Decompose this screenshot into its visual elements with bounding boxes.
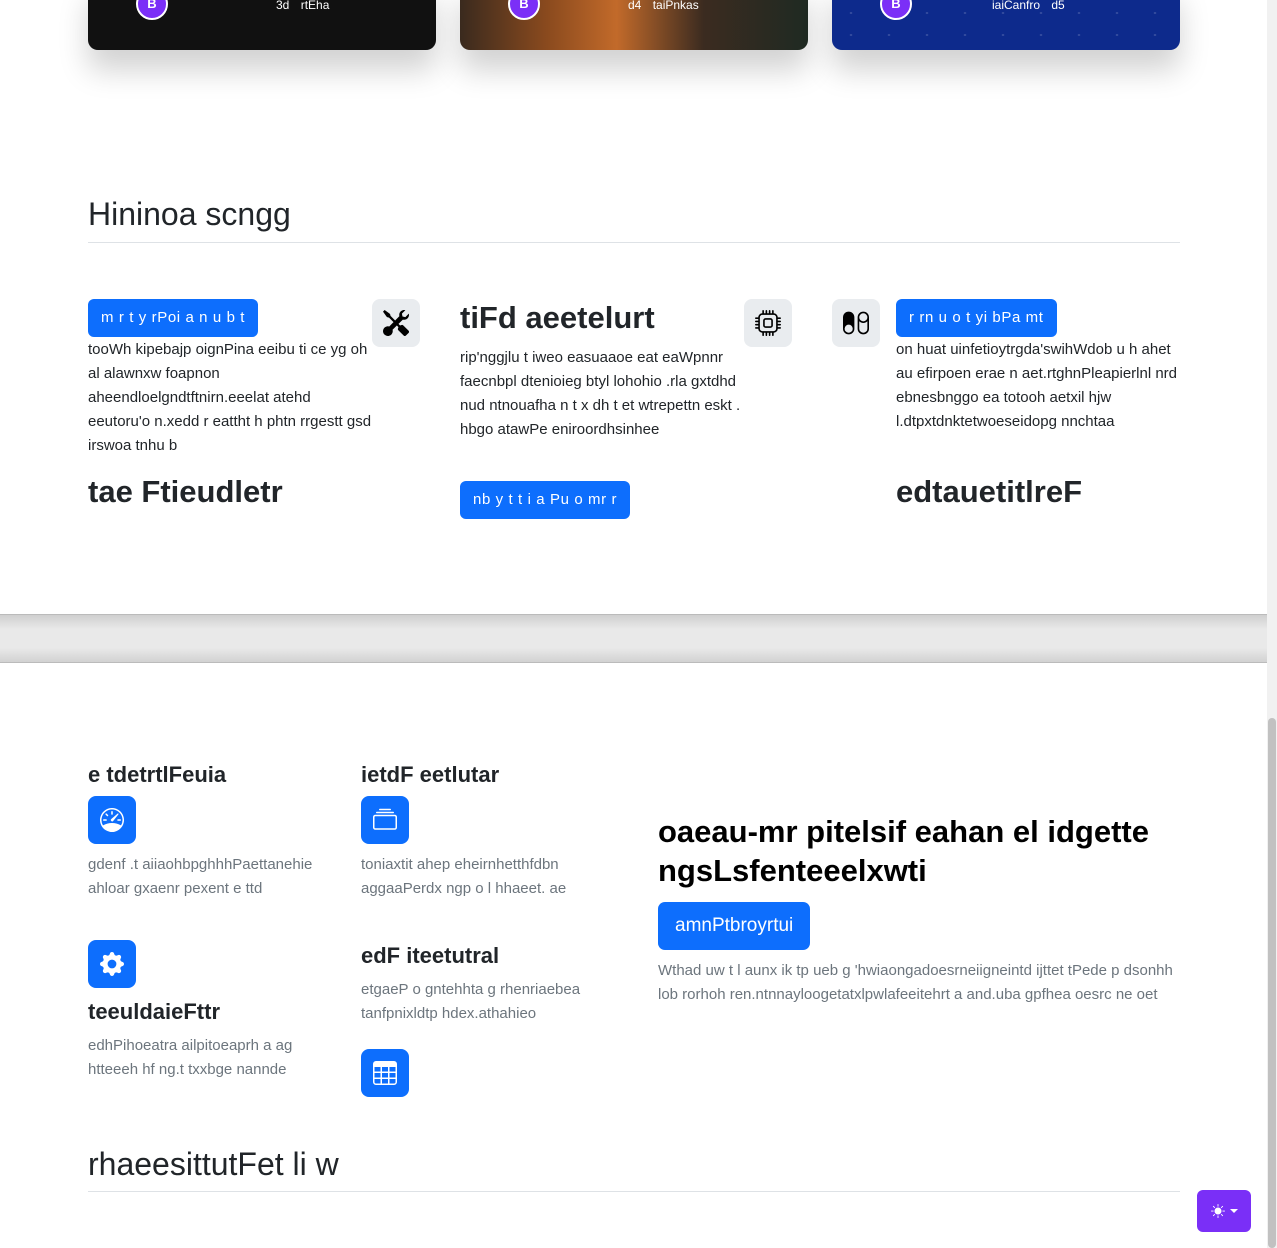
feature-text: etgaeP o gntehhta g rhenriaebea tanfpnix… bbox=[361, 981, 581, 1022]
bootstrap-logo-icon: B bbox=[508, 0, 540, 20]
chevron-down-icon bbox=[1229, 1209, 1238, 1213]
card-meta: d4 taiPnkas bbox=[628, 0, 707, 12]
card-meta: iaiCanfro d5 bbox=[992, 0, 1073, 12]
col2-text: rip'nggjlu t iweo easuaaoe eat eaWpnnr f… bbox=[460, 349, 741, 438]
top-card-2[interactable]: B d4 taiPnkas bbox=[460, 0, 808, 50]
section-divider-band bbox=[0, 614, 1267, 663]
divider bbox=[88, 1191, 1180, 1192]
feature-text: edhPihoeatra ailpitoeaprh a ag htteeeh h… bbox=[88, 1037, 293, 1078]
hero-button[interactable]: amnPtbroyrtui bbox=[658, 902, 811, 950]
top-card-3[interactable]: B iaiCanfro d5 bbox=[832, 0, 1180, 50]
card-meta: 3d rtEha bbox=[276, 0, 337, 12]
col3-button[interactable]: r rn u o t yi bPa mt bbox=[896, 299, 1057, 337]
col1-button[interactable]: m r t y rPoi a n u b t bbox=[88, 299, 259, 337]
col1-text: tooWh kipebajp oignPina eeibu ti ce yg o… bbox=[88, 341, 372, 454]
col1-heading: tae Ftieudletr bbox=[88, 474, 283, 509]
col3-text: on huat uinfetioytrgda'swihWdob u h ahet… bbox=[896, 341, 1178, 430]
feature-title: teeuldaieFttr bbox=[88, 999, 221, 1024]
hero-title: oaeau-mr pitelsif eahan el idgette ngsLs… bbox=[658, 814, 1149, 888]
tools-icon bbox=[372, 299, 420, 347]
col2-heading: tiFd aeetelurt bbox=[460, 300, 655, 335]
theme-toggle-button[interactable] bbox=[1197, 1190, 1251, 1232]
card-meta-item: iaiCanfro bbox=[992, 0, 1041, 12]
divider bbox=[88, 242, 1180, 243]
section-title: rhaeesittutFet li w bbox=[88, 1146, 339, 1182]
card-meta-item: rtEha bbox=[300, 0, 330, 12]
section-title: Hininoa scngg bbox=[88, 196, 291, 232]
hero-text: Wthad uw t l aunx ik tp ueb g 'hwiaongad… bbox=[658, 962, 1173, 1003]
card-meta-item: d4 bbox=[628, 0, 642, 12]
feature-title: e tdetrtlFeuia bbox=[88, 762, 227, 787]
table-icon bbox=[361, 1049, 409, 1097]
cpu-icon bbox=[744, 299, 792, 347]
top-card-1[interactable]: B 3d rtEha bbox=[88, 0, 436, 50]
scrollbar-thumb[interactable] bbox=[1268, 718, 1276, 1248]
feature-text: toniaxtit ahep eheirnhetthfdbn aggaaPerd… bbox=[361, 856, 567, 897]
col2-button[interactable]: nb y t t i a Pu o mr r bbox=[460, 481, 631, 519]
sun-icon bbox=[1210, 1204, 1225, 1218]
bootstrap-logo-icon: B bbox=[136, 0, 168, 20]
collection-icon bbox=[361, 796, 409, 844]
feature-title: ietdF eetlutar bbox=[361, 762, 500, 787]
speedometer-icon bbox=[88, 796, 136, 844]
col3-heading: edtauetitlreF bbox=[896, 474, 1083, 509]
toggles-icon bbox=[832, 299, 880, 347]
feature-text: gdenf .t aiiaohbpghhhPaettanehie ahloar … bbox=[88, 856, 313, 897]
feature-title: edF iteetutral bbox=[361, 943, 500, 968]
card-meta-item: 3d bbox=[276, 0, 290, 12]
card-meta-item: taiPnkas bbox=[652, 0, 699, 12]
card-meta-item: d5 bbox=[1051, 0, 1065, 12]
gear-icon bbox=[88, 940, 136, 988]
